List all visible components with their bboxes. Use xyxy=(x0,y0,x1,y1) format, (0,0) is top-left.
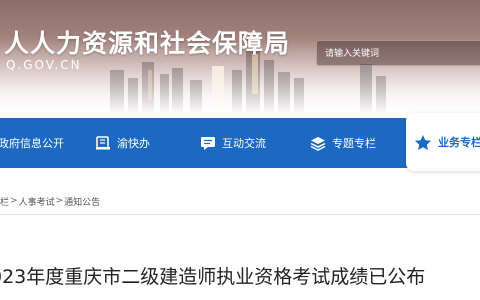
breadcrumb: 栏 > 人事考试 > 通知公告 xyxy=(0,194,100,208)
nav-item-label: 业务专栏 xyxy=(438,136,480,149)
nav-item-gov-info[interactable]: 政府信息公开 xyxy=(0,118,64,168)
chat-icon xyxy=(201,136,215,150)
header-banner: 人人力资源和社会保障局 Q.GOV.CN xyxy=(0,0,480,112)
star-icon xyxy=(415,134,431,150)
nav-item-yukuaiban[interactable]: 渝快办 xyxy=(96,118,150,168)
site-domain: Q.GOV.CN xyxy=(6,58,82,72)
divider xyxy=(0,214,480,215)
breadcrumb-item[interactable]: 通知公告 xyxy=(64,195,100,208)
breadcrumb-item[interactable]: 栏 xyxy=(0,195,9,208)
nav-item-interaction[interactable]: 互动交流 xyxy=(200,118,266,168)
page: 人人力资源和社会保障局 Q.GOV.CN 政府信息公开 渝快办 xyxy=(0,0,480,300)
nav-item-label: 渝快办 xyxy=(117,137,150,150)
breadcrumb-separator: > xyxy=(55,196,64,206)
layers-icon xyxy=(310,136,326,151)
article-title: 023年度重庆市二级建造师执业资格考试成绩已公布 xyxy=(0,266,426,288)
nav-item-label: 专题专栏 xyxy=(332,137,376,150)
nav-item-label: 政府信息公开 xyxy=(0,137,64,150)
book-icon xyxy=(96,136,110,150)
nav-item-label: 互动交流 xyxy=(222,137,266,150)
search-input[interactable] xyxy=(325,47,475,61)
breadcrumb-separator: > xyxy=(10,196,18,206)
nav-item-topics[interactable]: 专题专栏 xyxy=(310,118,376,168)
breadcrumb-item[interactable]: 人事考试 xyxy=(19,195,55,208)
site-title: 人人力资源和社会保障局 xyxy=(4,29,291,58)
search-box xyxy=(316,40,480,66)
nav-item-business[interactable]: 业务专栏 xyxy=(406,113,480,171)
